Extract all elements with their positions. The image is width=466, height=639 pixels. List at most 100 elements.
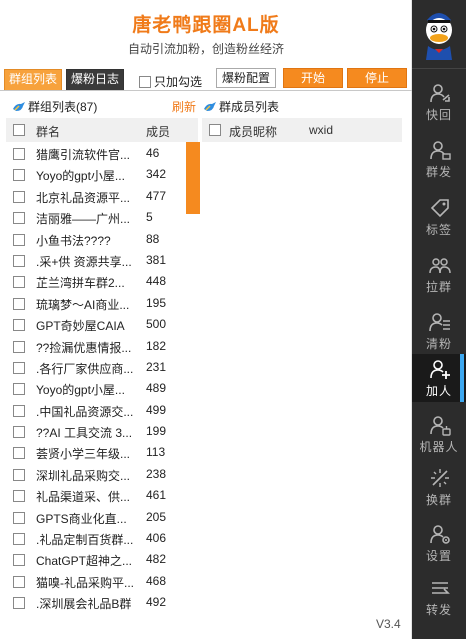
sidebar-item-1[interactable]: 快回 (412, 78, 466, 126)
group-row-checkbox[interactable] (13, 361, 25, 374)
group-row-checkbox[interactable] (13, 148, 25, 160)
sidebar-item-8[interactable]: 换群 (412, 463, 466, 511)
sidebar-item-2[interactable]: 群发 (412, 135, 466, 183)
group-row-checkbox[interactable] (13, 297, 25, 310)
select-all-groups-checkbox[interactable] (13, 124, 25, 136)
group-row[interactable]: Yoyo的gpt小屋... 489 (6, 379, 178, 400)
group-row[interactable]: 深圳礼品采购交... 238 (6, 465, 178, 486)
start-button[interactable]: 开始 (283, 68, 343, 88)
group-row[interactable]: 芷兰湾拼车群2... 448 (6, 272, 178, 293)
group-row[interactable]: 猎鹰引流软件官... 46 (6, 144, 178, 165)
group-row-name: .中国礼品资源交... (36, 404, 134, 419)
config-button[interactable]: 爆粉配置 (216, 68, 276, 88)
sidebar-item-10[interactable]: 转发 (412, 573, 466, 621)
group-row-count: 113 (146, 445, 166, 460)
group-row[interactable]: .采+供 资源共享... 381 (6, 251, 178, 272)
group-row-checkbox[interactable] (13, 319, 25, 332)
sidebar-item-3[interactable]: 标签 (412, 193, 466, 241)
col-member-wxid[interactable]: wxid (309, 123, 333, 137)
group-row[interactable]: .中国礼品资源交... 499 (6, 401, 178, 422)
group-list-scrollbar[interactable] (184, 142, 202, 602)
group-row-name: 琉璃梦～AI商业... (36, 297, 130, 312)
only-checked-label: 只加勾选 (154, 75, 203, 89)
group-row[interactable]: 荟贤小学三年级... 113 (6, 443, 178, 464)
user-broadcast-icon (430, 141, 451, 160)
group-row[interactable]: 琉璃梦～AI商业... 195 (6, 294, 178, 315)
sidebar-item-4[interactable]: 拉群 (412, 250, 466, 298)
scroll-thumb[interactable] (186, 142, 200, 214)
group-row-count: 199 (146, 424, 167, 439)
group-row-checkbox[interactable] (13, 447, 25, 460)
group-row-name: .礼品定制百货群... (36, 533, 134, 548)
group-row[interactable]: ??捡漏优惠情报... 182 (6, 337, 178, 358)
group-row-checkbox[interactable] (13, 468, 25, 481)
group-row[interactable]: .礼品定制百货群... 406 (6, 529, 178, 550)
group-row-checkbox[interactable] (13, 426, 25, 439)
group-row-checkbox[interactable] (13, 511, 25, 524)
group-row[interactable]: 北京礼品资源平... 477 (6, 187, 178, 208)
group-row-checkbox[interactable] (13, 404, 25, 417)
group-row-name: 洁丽雅——广州... (36, 212, 131, 227)
group-row[interactable]: 洁丽雅——广州... 5 (6, 208, 178, 229)
group-row-checkbox[interactable] (13, 575, 25, 588)
group-row-checkbox[interactable] (13, 533, 25, 546)
group-row-checkbox[interactable] (13, 190, 25, 203)
tab-log[interactable]: 爆粉日志 (66, 69, 125, 90)
group-row[interactable]: 小鱼书法???? 88 (6, 230, 178, 251)
group-row[interactable]: 猫嗅-礼品采购平... 468 (6, 572, 178, 593)
group-row-count: 5 (146, 210, 153, 225)
col-group-members[interactable]: 成员 (146, 123, 170, 140)
group-row-name: .深圳展会礼品B群 (36, 597, 132, 612)
gear-user-icon (430, 525, 450, 544)
sidebar-item-5[interactable]: 清粉 (412, 307, 466, 355)
group-row-name: .采+供 资源共享... (36, 254, 132, 269)
group-row-name: ??捡漏优惠情报... (36, 340, 132, 355)
group-row-checkbox[interactable] (13, 597, 25, 610)
group-row-name: 北京礼品资源平... (36, 190, 131, 205)
col-group-name[interactable]: 群名 (36, 123, 60, 140)
group-row[interactable]: ??AI 工具交流 3... 199 (6, 422, 178, 443)
group-row-checkbox[interactable] (13, 383, 25, 396)
sidebar-item-6[interactable]: 加人 (412, 354, 466, 402)
group-row-count: 342 (146, 167, 167, 182)
group-row-count: 477 (146, 188, 167, 203)
group-row[interactable]: ChatGPT超神之... 482 (6, 550, 178, 571)
toolbar: 群组列表 爆粉日志 只加勾选 爆粉配置 开始 停止 (0, 66, 412, 92)
sidebar-item-label: 转发 (425, 603, 452, 617)
select-all-members-checkbox[interactable] (209, 124, 221, 136)
tab-group-list[interactable]: 群组列表 (4, 69, 63, 90)
group-row-checkbox[interactable] (13, 276, 25, 289)
group-row-checkbox[interactable] (13, 490, 25, 503)
group-row-count: 182 (146, 338, 167, 353)
divider (0, 90, 412, 91)
refresh-link[interactable]: 刷新 (172, 98, 196, 115)
group-row-checkbox[interactable] (13, 233, 25, 246)
group-row[interactable]: Yoyo的gpt小屋... 342 (6, 165, 178, 186)
col-member-nickname[interactable]: 成员昵称 (229, 123, 277, 140)
stop-button[interactable]: 停止 (347, 68, 407, 88)
group-row[interactable]: GPTS商业化直... 205 (6, 508, 178, 529)
group-row-name: .各行厂家供应商... (36, 361, 134, 376)
group-row-checkbox[interactable] (13, 340, 25, 353)
group-row-checkbox[interactable] (13, 169, 25, 182)
group-row-count: 461 (146, 488, 167, 503)
version-label: V3.4 (376, 617, 401, 631)
group-row-count: 231 (146, 359, 167, 374)
group-row-checkbox[interactable] (13, 554, 25, 567)
donald-duck-logo (426, 13, 452, 60)
checkbox[interactable] (139, 75, 151, 88)
sidebar-item-label: 拉群 (425, 280, 452, 294)
group-row[interactable]: GPT奇妙屋CAIA 500 (6, 315, 178, 336)
group-row[interactable]: .深圳展会礼品B群 492 (6, 593, 178, 614)
robot-icon (430, 416, 451, 436)
group-row-checkbox[interactable] (13, 254, 25, 267)
group-row-count: 448 (146, 274, 167, 289)
sidebar-item-7[interactable]: 机器人 (412, 410, 466, 458)
user-quick-reply-icon (430, 84, 450, 103)
sidebar-item-9[interactable]: 设置 (412, 519, 466, 567)
only-checked-checkbox[interactable]: 只加勾选 (139, 73, 202, 90)
group-row[interactable]: 礼品渠道采、供... 461 (6, 486, 178, 507)
group-row-count: 381 (146, 252, 167, 267)
group-row-checkbox[interactable] (13, 212, 25, 225)
group-row[interactable]: .各行厂家供应商... 231 (6, 358, 178, 379)
